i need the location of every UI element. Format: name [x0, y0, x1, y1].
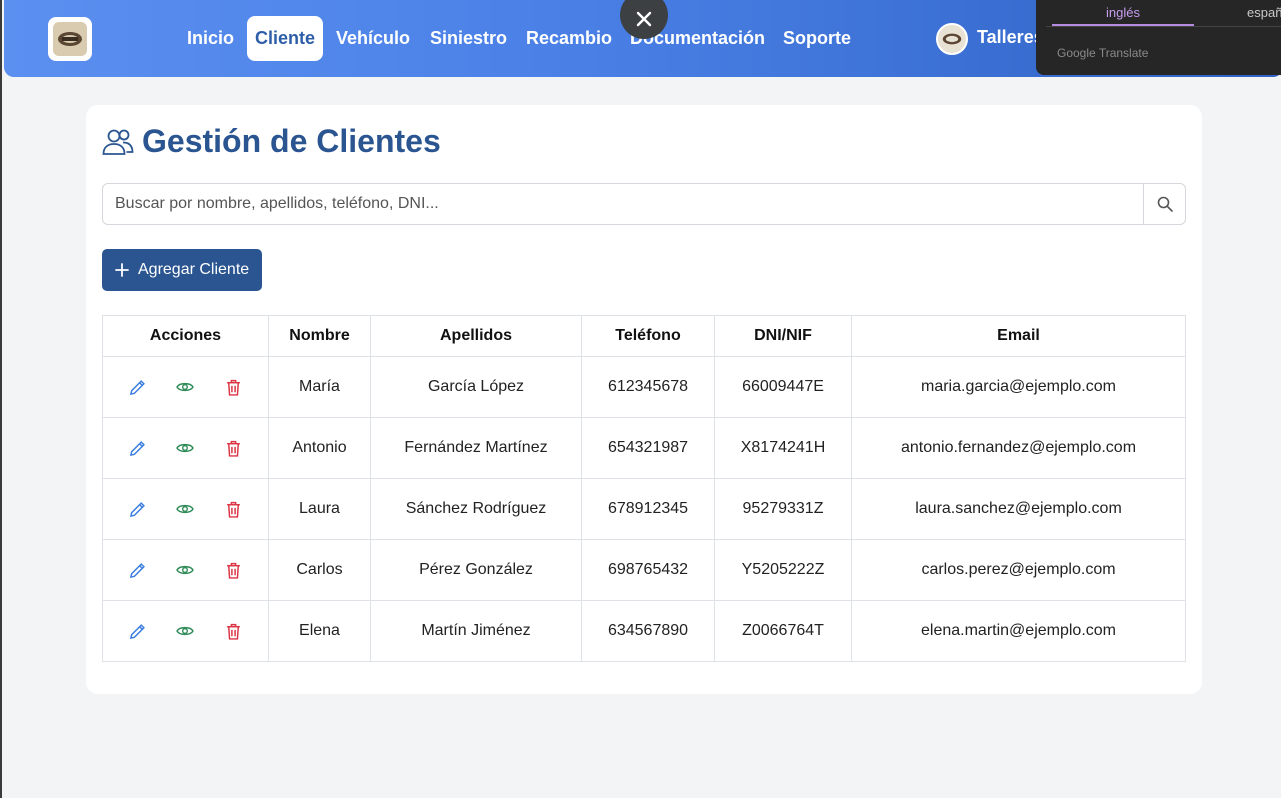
nav-item-inicio[interactable]: Inicio — [179, 16, 242, 61]
cell-nombre: Antonio — [268, 417, 371, 479]
table-row: Laura Sánchez Rodríguez 678912345 95279331Z… — [102, 478, 1186, 540]
edit-icon[interactable] — [126, 498, 148, 520]
logo[interactable] — [48, 17, 92, 61]
nav-item-recambio[interactable]: Recambio — [518, 16, 620, 61]
edit-icon[interactable] — [126, 437, 148, 459]
cell-telefono: 612345678 — [581, 356, 715, 418]
search-bar — [102, 183, 1186, 225]
cell-email: elena.martin@ejemplo.com — [851, 600, 1186, 662]
table-row: María García López 612345678 66009447E maria… — [102, 356, 1186, 418]
nav-item-vehiculo[interactable]: Vehículo — [328, 16, 418, 61]
cell-nombre: Laura — [268, 478, 371, 540]
translate-divider — [1046, 26, 1281, 27]
table-body: María García López 612345678 66009447E maria… — [102, 356, 1186, 662]
view-icon[interactable] — [174, 437, 196, 459]
delete-icon[interactable] — [223, 559, 245, 581]
cell-telefono: 698765432 — [581, 539, 715, 601]
view-icon[interactable] — [174, 376, 196, 398]
cell-dni: 95279331Z — [714, 478, 852, 540]
cell-apellidos: Sánchez Rodríguez — [370, 478, 582, 540]
column-header-telefono[interactable]: Teléfono — [581, 315, 715, 357]
actions-cell — [102, 600, 269, 662]
cell-dni: 66009447E — [714, 356, 852, 418]
delete-icon[interactable] — [223, 498, 245, 520]
actions-cell — [102, 356, 269, 418]
cell-dni: X8174241H — [714, 417, 852, 479]
cell-email: carlos.perez@ejemplo.com — [851, 539, 1186, 601]
table-header-row: Acciones Nombre Apellidos Teléfono DNI/N… — [102, 315, 1186, 357]
cell-apellidos: Fernández Martínez — [370, 417, 582, 479]
nav-item-cliente[interactable]: Cliente — [247, 16, 324, 61]
nav-item-siniestro[interactable]: Siniestro — [422, 16, 515, 61]
cell-nombre: Carlos — [268, 539, 371, 601]
actions-cell — [102, 417, 269, 479]
cell-dni: Z0066764T — [714, 600, 852, 662]
search-button[interactable] — [1143, 184, 1185, 224]
clients-table: Acciones Nombre Apellidos Teléfono DNI/N… — [102, 315, 1186, 662]
cell-telefono: 678912345 — [581, 478, 715, 540]
cell-email: antonio.fernandez@ejemplo.com — [851, 417, 1186, 479]
add-client-button[interactable]: Agregar Cliente — [102, 249, 263, 291]
cell-apellidos: Martín Jiménez — [370, 600, 582, 662]
user-avatar[interactable] — [936, 23, 968, 55]
translate-brand: Google Translate — [1057, 46, 1149, 60]
cell-telefono: 634567890 — [581, 600, 715, 662]
cell-email: laura.sanchez@ejemplo.com — [851, 478, 1186, 540]
cell-apellidos: García López — [370, 356, 582, 418]
translate-popup: inglés español Google Translate — [1036, 0, 1281, 75]
view-icon[interactable] — [174, 620, 196, 642]
add-client-label: Agregar Cliente — [138, 261, 250, 278]
table-row: Carlos Pérez González 698765432 Y5205222Z ca… — [102, 539, 1186, 601]
clients-card: Gestión de Clientes Agregar Cliente Acci… — [86, 105, 1202, 694]
cell-dni: Y5205222Z — [714, 539, 852, 601]
delete-icon[interactable] — [223, 620, 245, 642]
cell-telefono: 654321987 — [581, 417, 715, 479]
user-name[interactable]: Talleres — [977, 27, 1044, 48]
edit-icon[interactable] — [126, 559, 148, 581]
view-icon[interactable] — [174, 559, 196, 581]
page-header: Gestión de Clientes — [102, 123, 441, 160]
search-icon — [1157, 196, 1173, 212]
users-icon — [102, 129, 134, 155]
delete-icon[interactable] — [223, 376, 245, 398]
logo-image — [53, 22, 87, 56]
table-row: Antonio Fernández Martínez 654321987 X81742… — [102, 417, 1186, 479]
translate-tab-spanish[interactable]: español — [1247, 5, 1281, 20]
cell-nombre: María — [268, 356, 371, 418]
edit-icon[interactable] — [126, 376, 148, 398]
column-header-nombre[interactable]: Nombre — [268, 315, 371, 357]
translate-tab-english[interactable]: inglés — [1106, 5, 1140, 20]
delete-icon[interactable] — [223, 437, 245, 459]
column-header-dni[interactable]: DNI/NIF — [714, 315, 852, 357]
edit-icon[interactable] — [126, 620, 148, 642]
column-header-email[interactable]: Email — [851, 315, 1186, 357]
cell-email: maria.garcia@ejemplo.com — [851, 356, 1186, 418]
plus-icon — [115, 263, 129, 277]
close-icon — [636, 11, 652, 27]
nav-item-soporte[interactable]: Soporte — [775, 16, 859, 61]
actions-cell — [102, 539, 269, 601]
column-header-acciones[interactable]: Acciones — [102, 315, 269, 357]
cell-apellidos: Pérez González — [370, 539, 582, 601]
column-header-apellidos[interactable]: Apellidos — [370, 315, 582, 357]
view-icon[interactable] — [174, 498, 196, 520]
search-input[interactable] — [103, 184, 1143, 224]
actions-cell — [102, 478, 269, 540]
page-title: Gestión de Clientes — [142, 123, 441, 159]
cell-nombre: Elena — [268, 600, 371, 662]
table-row: Elena Martín Jiménez 634567890 Z0066764T ele… — [102, 600, 1186, 662]
